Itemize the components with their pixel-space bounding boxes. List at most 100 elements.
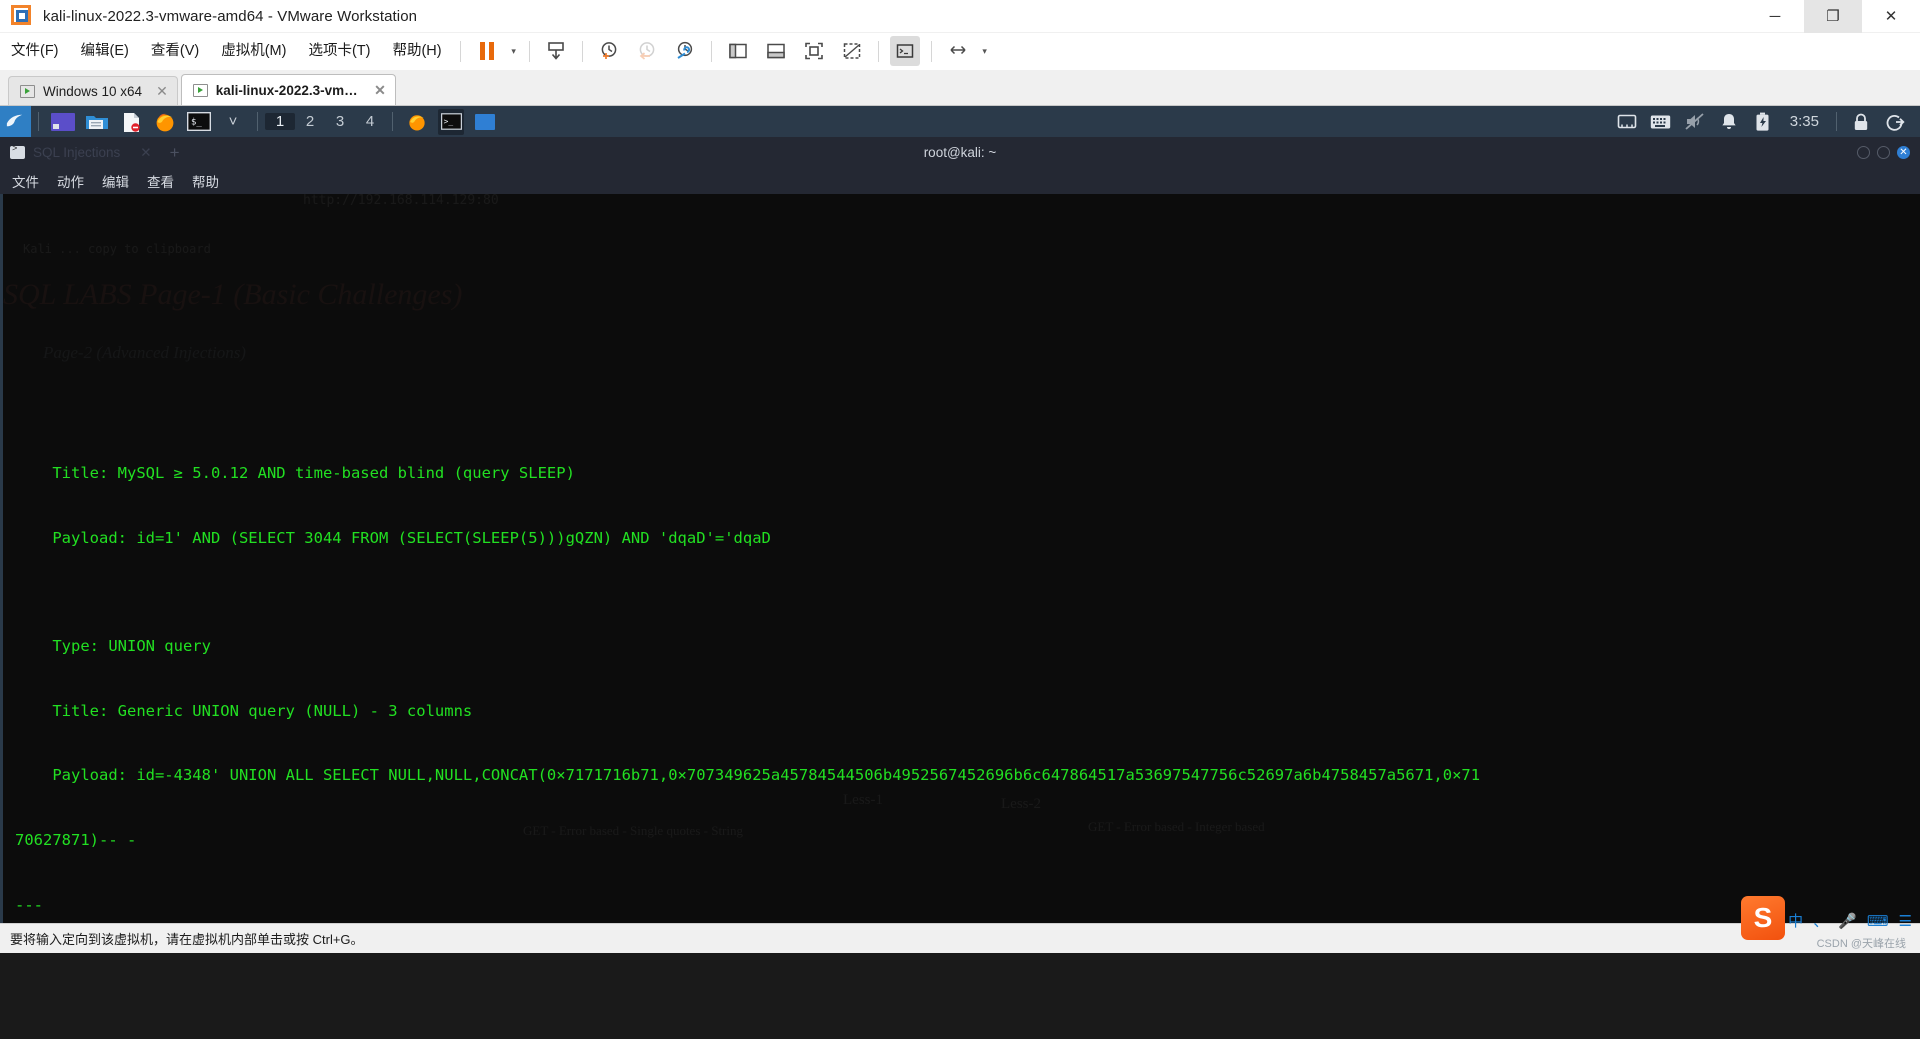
- terminal-line: Payload: id=-4348' UNION ALL SELECT NULL…: [15, 766, 1481, 785]
- chevron-down-icon-2[interactable]: ▾: [977, 46, 993, 57]
- menu-help[interactable]: 帮助(H): [381, 33, 452, 70]
- taskbar-terminal-window-icon[interactable]: >_: [438, 108, 464, 135]
- guest-screen: $_ ˅ 1 2 3 4 >_ 3:35 > SQL Injections ✕ …: [0, 106, 1920, 923]
- kali-panel: $_ ˅ 1 2 3 4 >_ 3:35: [0, 106, 1920, 137]
- text-editor-icon[interactable]: [118, 109, 144, 135]
- svg-text:>_: >_: [443, 117, 453, 126]
- terminal-line: Payload: id=1' AND (SELECT 3044 FROM (SE…: [15, 528, 771, 547]
- firefox-icon[interactable]: [152, 109, 178, 135]
- stretch-guest-icon[interactable]: [943, 36, 973, 66]
- clock[interactable]: 3:35: [1780, 113, 1829, 130]
- close-button[interactable]: ✕: [1862, 0, 1920, 33]
- sogou-ime-logo-icon[interactable]: S: [1741, 896, 1785, 940]
- take-snapshot-icon[interactable]: [594, 36, 624, 66]
- menu-view[interactable]: 查看(V): [140, 33, 210, 70]
- vmware-workstation-window: kali-linux-2022.3-vmware-amd64 - VMware …: [0, 0, 1920, 1039]
- terminal-titlebar: SQL Injections ✕ + root@kali: ~ ✕: [0, 137, 1920, 168]
- close-icon[interactable]: ✕: [156, 83, 168, 100]
- ghost-less2: Less-2: [1001, 796, 1041, 812]
- taskbar-firefox-window-icon[interactable]: [404, 109, 430, 135]
- ghost-less1: Less-1: [843, 792, 883, 808]
- terminal-window-controls: ✕: [1857, 146, 1920, 159]
- taskbar-window-blue-icon[interactable]: [472, 109, 498, 135]
- panel-divider: [38, 112, 39, 131]
- ime-punct-icon[interactable]: 、: [1813, 910, 1828, 931]
- window-title: kali-linux-2022.3-vmware-amd64 - VMware …: [43, 7, 418, 25]
- window-titlebar: kali-linux-2022.3-vmware-amd64 - VMware …: [0, 0, 1920, 33]
- vm-tab-kali[interactable]: kali-linux-2022.3-vmware-a... ✕: [180, 74, 396, 105]
- suspend-icon[interactable]: [472, 36, 502, 66]
- network-icon[interactable]: [1614, 109, 1640, 135]
- terminal-menu-edit[interactable]: 编辑: [102, 171, 129, 191]
- vmware-logo-icon: [11, 5, 33, 27]
- workspace-switcher-icon[interactable]: [50, 109, 76, 135]
- vm-tab-label: kali-linux-2022.3-vmware-a...: [215, 82, 360, 98]
- keyboard-icon[interactable]: [1648, 109, 1674, 135]
- ime-keyboard-icon[interactable]: ⌨: [1867, 912, 1889, 930]
- panel-divider-2: [257, 112, 258, 131]
- fullscreen-icon[interactable]: [799, 36, 829, 66]
- status-hint: 要将输入定向到该虚拟机，请在虚拟机内部单击或按 Ctrl+G。: [10, 932, 364, 947]
- file-manager-icon[interactable]: [84, 109, 110, 135]
- toolbar-divider-6: [930, 40, 932, 62]
- terminal-close-button[interactable]: ✕: [1897, 146, 1910, 159]
- lock-screen-icon[interactable]: [1848, 109, 1874, 135]
- terminal-window-title: root@kali: ~: [923, 145, 997, 160]
- launcher-chevron-icon[interactable]: ˅: [220, 109, 246, 135]
- logout-icon[interactable]: [1882, 109, 1908, 135]
- ghost-subtitle: Page-2 (Advanced Injections): [43, 343, 246, 362]
- notifications-bell-icon[interactable]: [1716, 109, 1742, 135]
- menu-file[interactable]: 文件(F): [0, 33, 70, 70]
- terminal-menu-file[interactable]: 文件: [12, 171, 39, 191]
- ghost-title: SQL LABS Page-1 (Basic Challenges): [3, 278, 463, 311]
- menu-edit[interactable]: 编辑(E): [70, 33, 140, 70]
- terminal-maximize-button[interactable]: [1877, 146, 1890, 159]
- terminal-minimize-button[interactable]: [1857, 146, 1870, 159]
- chevron-down-icon[interactable]: ▾: [506, 46, 522, 57]
- workspace-3[interactable]: 3: [325, 113, 355, 130]
- svg-text:$_: $_: [191, 118, 202, 128]
- toolbar-divider: [459, 40, 461, 62]
- system-tray: 3:35: [1610, 109, 1920, 135]
- workspace-2[interactable]: 2: [295, 113, 325, 130]
- show-left-pane-icon[interactable]: [723, 36, 753, 66]
- vm-tab-windows10[interactable]: Windows 10 x64 ✕: [8, 76, 178, 105]
- unity-mode-icon[interactable]: [837, 36, 867, 66]
- console-view-icon[interactable]: [889, 36, 920, 66]
- terminal-line: Title: Generic UNION query (NULL) - 3 co…: [15, 701, 473, 720]
- terminal-tab[interactable]: SQL Injections ✕: [0, 137, 162, 168]
- toolbar-divider-5: [877, 40, 879, 62]
- toolbar-divider-4: [710, 40, 712, 62]
- volume-muted-icon[interactable]: [1682, 109, 1708, 135]
- close-icon[interactable]: ✕: [374, 82, 386, 99]
- terminal-window: SQL Injections ✕ + root@kali: ~ ✕ 文件 动作 …: [0, 137, 1920, 923]
- maximize-button[interactable]: ❐: [1804, 0, 1862, 33]
- menu-tabs[interactable]: 选项卡(T): [297, 33, 381, 70]
- ime-menu-icon[interactable]: ☰: [1899, 912, 1912, 930]
- menu-vm[interactable]: 虚拟机(M): [210, 33, 297, 70]
- terminal-menu-actions[interactable]: 动作: [57, 171, 84, 191]
- terminal-menu-help[interactable]: 帮助: [192, 171, 219, 191]
- ime-mode-label[interactable]: 中: [1788, 910, 1803, 931]
- terminal-output[interactable]: http://192.168.114.129:80 SQL LABS Page-…: [0, 194, 1920, 923]
- power-on-guest-icon[interactable]: [541, 36, 571, 66]
- snapshot-manager-icon[interactable]: [670, 36, 700, 66]
- toolbar-divider-2: [528, 40, 530, 62]
- terminal-tab-label: SQL Injections: [33, 145, 121, 160]
- show-bottom-pane-icon[interactable]: [761, 36, 791, 66]
- workspace-4[interactable]: 4: [355, 113, 385, 130]
- minimize-button[interactable]: ─: [1746, 0, 1804, 33]
- status-bar: 要将输入定向到该虚拟机，请在虚拟机内部单击或按 Ctrl+G。 S 中 、 🎤 …: [0, 896, 1920, 953]
- kali-menu-icon[interactable]: [0, 106, 31, 137]
- ime-mic-icon[interactable]: 🎤: [1838, 912, 1857, 930]
- terminal-menubar: 文件 动作 编辑 查看 帮助: [0, 168, 1920, 194]
- terminal-launcher-icon[interactable]: $_: [186, 109, 212, 135]
- window-controls: ─ ❐ ✕: [1746, 0, 1920, 33]
- workspace-1[interactable]: 1: [265, 113, 295, 130]
- terminal-line: Title: MySQL ≥ 5.0.12 AND time-based bli…: [15, 464, 575, 483]
- vm-icon: [192, 83, 208, 97]
- new-tab-button[interactable]: +: [162, 143, 188, 163]
- battery-icon[interactable]: [1750, 109, 1776, 135]
- terminal-menu-view[interactable]: 查看: [147, 171, 174, 191]
- close-icon[interactable]: ✕: [128, 145, 151, 161]
